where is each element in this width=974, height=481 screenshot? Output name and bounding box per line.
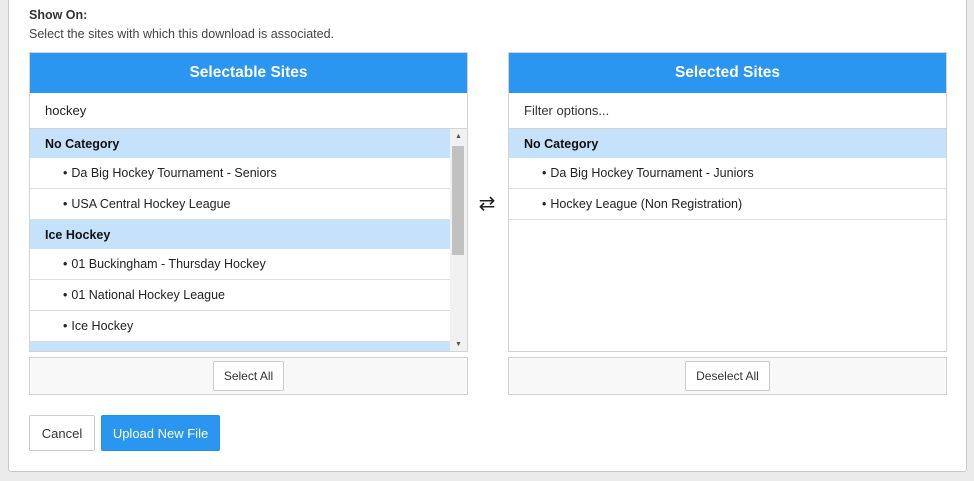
bullet-icon: • [63,166,68,180]
show-on-label: Show On: [29,8,88,22]
list-item-label: 01 Buckingham - Thursday Hockey [71,257,266,271]
transfer-arrows-icon: ⇄ [478,192,496,215]
select-all-button[interactable]: Select All [212,361,285,391]
group-header: Ice Hockey [30,220,467,249]
list-item[interactable]: • 01 National Hockey League [30,280,467,311]
upload-new-file-button[interactable]: Upload New File [101,415,220,451]
selectable-scrollbar[interactable]: ▲ ▼ [450,129,467,351]
selectable-options-list: No Category • Da Big Hockey Tournament - S… [30,129,467,351]
group-header: Ice Hockey 2 [30,342,467,351]
selectable-options[interactable]: No Category • Da Big Hockey Tournament - S… [30,129,467,351]
selected-sites-header: Selected Sites [509,53,946,93]
selected-options[interactable]: No Category • Da Big Hockey Tournament - J… [509,129,946,351]
selected-options-list: No Category • Da Big Hockey Tournament - J… [509,129,946,220]
list-item[interactable]: • Da Big Hockey Tournament - Seniors [30,158,467,189]
group-header: No Category [509,129,946,158]
list-item[interactable]: • 01 Buckingham - Thursday Hockey [30,249,467,280]
selectable-sites-listbox: Selectable Sites No Category•Da Big Hock… [29,52,468,352]
selectable-sites-header: Selectable Sites [30,53,467,93]
show-on-help-text: Select the sites with which this downloa… [29,27,335,41]
selectable-filter-input[interactable] [30,93,467,129]
bullet-icon: • [542,197,547,211]
selected-sites-listbox: Selected Sites No Category•Da Big Hockey… [508,52,947,352]
bullet-icon: • [63,319,68,333]
list-item-label: Hockey League (Non Registration) [550,197,743,211]
list-item-label: Da Big Hockey Tournament - Juniors [550,166,754,180]
list-item-label: 01 National Hockey League [71,288,225,302]
list-item[interactable]: • USA Central Hockey League [30,189,467,220]
selected-footer: Deselect All [508,357,947,395]
group-header: No Category [30,129,467,158]
selected-filter-input[interactable] [509,93,946,129]
cancel-button[interactable]: Cancel [29,415,95,451]
list-item-label: Da Big Hockey Tournament - Seniors [71,166,277,180]
list-item[interactable]: • Da Big Hockey Tournament - Juniors [509,158,946,189]
scroll-up-arrow-icon[interactable]: ▲ [450,129,467,143]
scroll-thumb[interactable] [452,146,464,255]
bullet-icon: • [63,288,68,302]
list-item-label: Ice Hockey [71,319,134,333]
bullet-icon: • [542,166,547,180]
list-item-label: USA Central Hockey League [71,197,231,211]
scroll-down-arrow-icon[interactable]: ▼ [450,337,467,351]
deselect-all-button[interactable]: Deselect All [685,361,770,391]
list-item[interactable]: • Hockey League (Non Registration) [509,189,946,220]
bullet-icon: • [63,257,68,271]
bullet-icon: • [63,197,68,211]
selectable-footer: Select All [29,357,468,395]
list-item[interactable]: • Ice Hockey [30,311,467,342]
